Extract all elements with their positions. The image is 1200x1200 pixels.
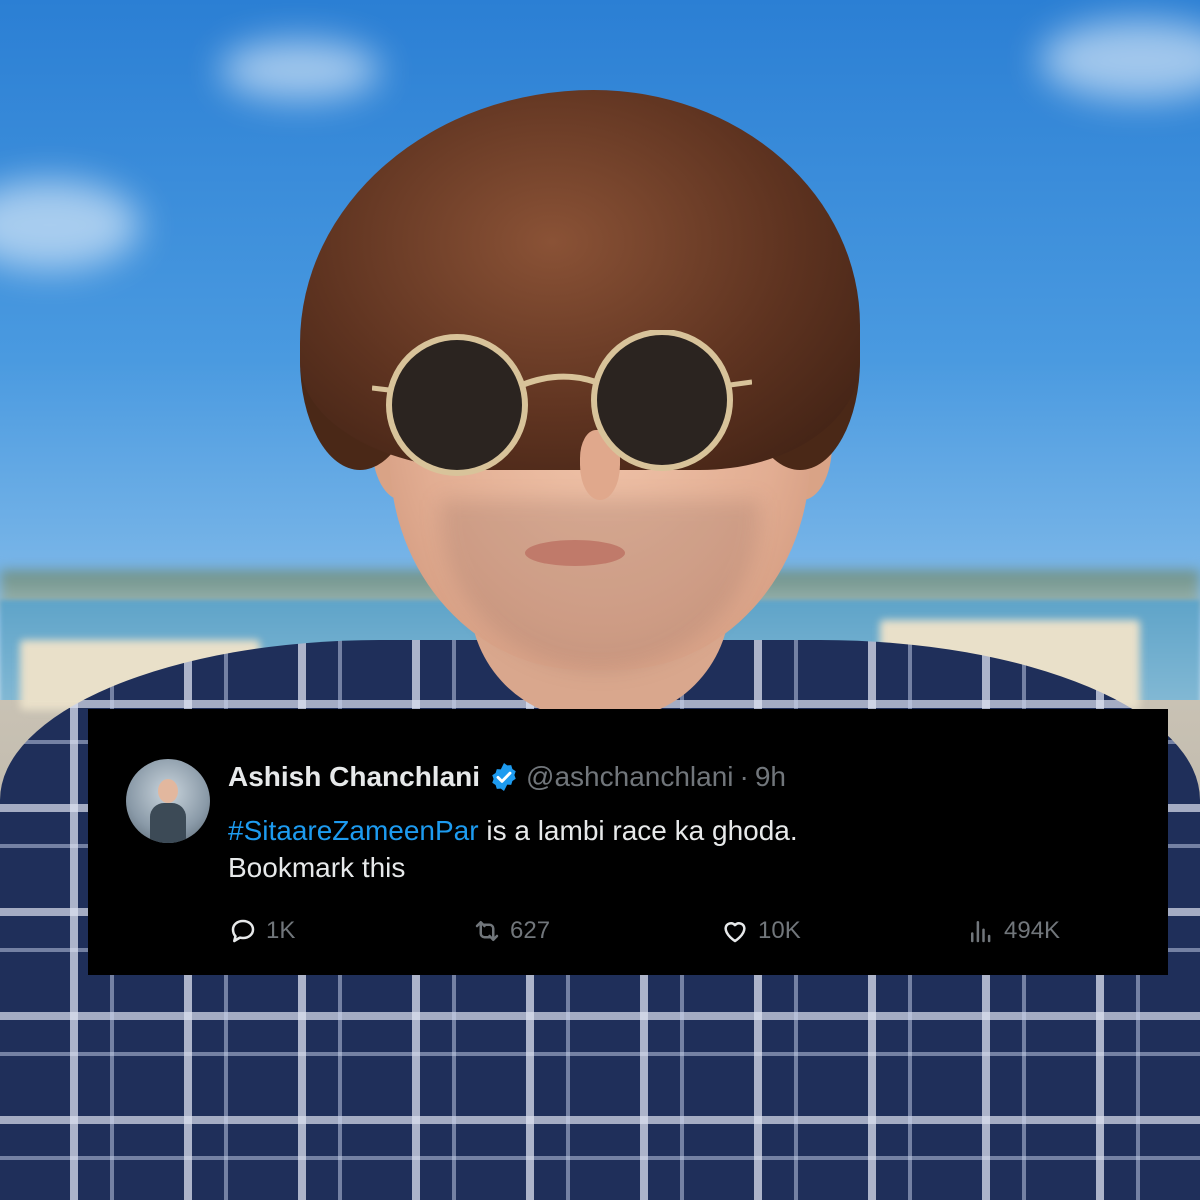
like-count: 10K xyxy=(758,917,801,944)
hashtag-link[interactable]: #SitaareZameenPar xyxy=(228,815,479,846)
avatar-head xyxy=(158,779,178,803)
reply-count: 1K xyxy=(266,917,296,944)
bar-chart-icon xyxy=(971,921,991,943)
tweet-card[interactable]: Ashish Chanchlani @ashchanchlani · 9h #S… xyxy=(88,709,1168,975)
sunglasses-icon xyxy=(372,330,752,476)
author-handle[interactable]: @ashchanchlani xyxy=(526,761,733,793)
repost-button[interactable]: 627 xyxy=(472,916,550,946)
heart-icon xyxy=(724,922,746,943)
background-photo xyxy=(0,0,1200,1200)
tweet-text-line-2: Bookmark this xyxy=(228,852,406,883)
like-button[interactable]: 10K xyxy=(720,916,801,946)
tweet-text-line-1: #SitaareZameenPar is a lambi race ka gho… xyxy=(228,812,798,849)
avatar[interactable] xyxy=(126,759,210,843)
cloud xyxy=(220,40,380,100)
repost-count: 627 xyxy=(510,917,551,944)
tweet-timestamp[interactable]: 9h xyxy=(755,761,786,793)
views-button[interactable]: 494K xyxy=(966,916,1060,946)
speech-bubble-icon xyxy=(231,919,255,943)
verified-badge-icon xyxy=(492,763,516,791)
tweet-text-rest: is a lambi race ka ghoda. xyxy=(478,815,798,846)
tweet-header: Ashish Chanchlani @ashchanchlani · 9h xyxy=(228,761,786,793)
reply-button[interactable]: 1K xyxy=(228,916,295,946)
tweet-text: #SitaareZameenPar is a lambi race ka gho… xyxy=(228,812,798,886)
repost-arrows-icon xyxy=(475,921,499,941)
author-name[interactable]: Ashish Chanchlani xyxy=(228,761,480,793)
avatar-body xyxy=(150,803,186,843)
lips xyxy=(525,540,625,566)
tweet-actions: 1K 627 10K 494K xyxy=(228,916,1088,956)
separator-dot: · xyxy=(739,761,749,792)
view-count: 494K xyxy=(1004,917,1061,944)
